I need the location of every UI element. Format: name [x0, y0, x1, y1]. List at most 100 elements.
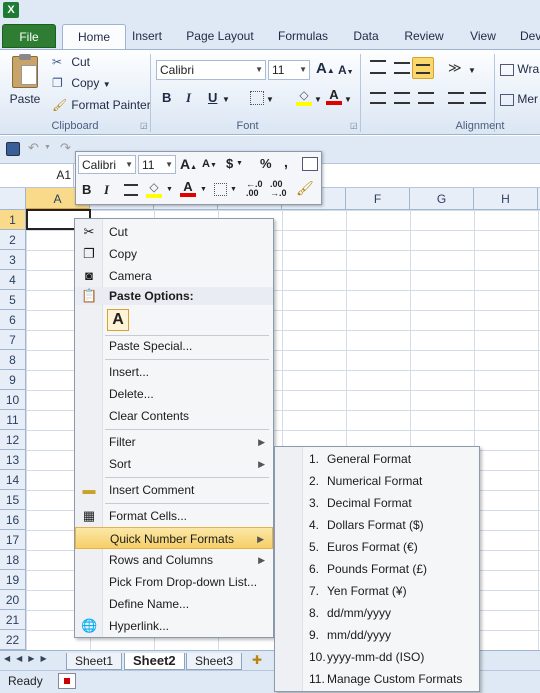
font-color-button[interactable]: A — [326, 88, 342, 106]
row-header[interactable]: 11 — [0, 410, 26, 430]
format-option[interactable]: 4. Dollars Format ($) — [275, 514, 479, 536]
dialog-launcher-icon[interactable]: ◲ — [140, 121, 148, 130]
mini-bold-button[interactable]: B — [82, 182, 91, 197]
format-option[interactable]: 1. General Format — [275, 448, 479, 470]
align-right-icon[interactable] — [418, 92, 434, 104]
row-header[interactable]: 5 — [0, 290, 26, 310]
mini-font-color-button[interactable]: A — [180, 180, 196, 198]
row-header[interactable]: 6 — [0, 310, 26, 330]
tab-file[interactable]: File — [2, 24, 56, 48]
mini-currency-button[interactable]: $ — [226, 156, 233, 171]
decrease-indent-icon[interactable] — [448, 92, 464, 104]
mini-italic-button[interactable]: I — [104, 182, 109, 198]
column-header[interactable]: G — [410, 188, 474, 210]
menu-item-sort[interactable]: Sort ▶ — [75, 453, 273, 475]
row-header[interactable]: 12 — [0, 430, 26, 450]
orientation-icon[interactable]: ≫ — [448, 60, 462, 76]
mini-grow-font-icon[interactable]: A▲ — [180, 156, 197, 172]
mini-font-size-combo[interactable]: 11 ▼ — [138, 155, 176, 174]
italic-button[interactable]: I — [186, 90, 191, 106]
wrap-text-button[interactable]: Wra — [500, 62, 540, 76]
row-header[interactable]: 17 — [0, 530, 26, 550]
grow-font-button[interactable]: A▲ — [316, 60, 335, 77]
chevron-down-icon[interactable]: ▼ — [468, 66, 476, 75]
format-option[interactable]: 6. Pounds Format (£) — [275, 558, 479, 580]
menu-item-format-cells[interactable]: ▦ Format Cells... — [75, 505, 273, 527]
select-all-corner[interactable] — [0, 188, 26, 210]
row-header[interactable]: 4 — [0, 270, 26, 290]
menu-item-rows-columns[interactable]: Rows and Columns ▶ — [75, 549, 273, 571]
menu-item-hyperlink[interactable]: 🌐 Hyperlink... — [75, 615, 273, 637]
bold-button[interactable]: B — [162, 90, 171, 105]
menu-item-delete[interactable]: Delete... — [75, 383, 273, 405]
format-option[interactable]: 5. Euros Format (€) — [275, 536, 479, 558]
merge-center-button[interactable]: Mer — [500, 92, 540, 106]
menu-item-camera[interactable]: ◙ Camera — [75, 265, 273, 287]
menu-item-pick-list[interactable]: Pick From Drop-down List... — [75, 571, 273, 593]
row-header[interactable]: 21 — [0, 610, 26, 630]
font-size-combo[interactable]: 11 ▼ — [268, 60, 310, 80]
undo-icon[interactable]: ↶ — [28, 140, 39, 156]
column-header[interactable]: F — [346, 188, 410, 210]
chevron-down-icon[interactable]: ▼ — [266, 95, 274, 104]
shrink-font-button[interactable]: A▼ — [338, 63, 354, 77]
menu-item-clear-contents[interactable]: Clear Contents — [75, 405, 273, 427]
row-header[interactable]: 8 — [0, 350, 26, 370]
mini-font-name-combo[interactable]: Calibri ▼ — [78, 155, 136, 174]
bottom-align-button[interactable] — [412, 57, 434, 79]
menu-item-insert-comment[interactable]: ▬ Insert Comment — [75, 479, 273, 501]
menu-item-cut[interactable]: ✂ Cut — [75, 221, 273, 243]
format-option[interactable]: 3. Decimal Format — [275, 492, 479, 514]
align-left-icon[interactable] — [370, 92, 386, 104]
row-header[interactable]: 18 — [0, 550, 26, 570]
chevron-down-icon[interactable]: ▼ — [314, 95, 322, 104]
copy-button[interactable]: ❐ Copy ▼ — [52, 74, 111, 92]
fill-color-icon[interactable]: ◇ — [296, 88, 312, 106]
chevron-down-icon[interactable]: ▼ — [44, 144, 51, 151]
column-header[interactable]: H — [474, 188, 538, 210]
underline-button[interactable]: U — [208, 90, 217, 105]
mini-format-table-icon[interactable] — [302, 157, 318, 171]
menu-item-define-name[interactable]: Define Name... — [75, 593, 273, 615]
row-header[interactable]: 2 — [0, 230, 26, 250]
format-option[interactable]: 9. mm/dd/yyyy — [275, 624, 479, 646]
decrease-decimal-button[interactable]: .00 →.0 — [270, 180, 287, 198]
chevron-down-icon[interactable]: ▼ — [166, 186, 173, 193]
row-header[interactable]: 1 — [0, 210, 26, 230]
chevron-down-icon[interactable]: ▼ — [236, 160, 243, 167]
mini-center-icon[interactable] — [124, 184, 138, 196]
mini-fill-color-icon[interactable]: ◇ — [146, 180, 162, 198]
row-header[interactable]: 20 — [0, 590, 26, 610]
tab-developer[interactable]: Dev — [520, 24, 540, 48]
tab-view[interactable]: View — [468, 24, 498, 48]
mini-percent-button[interactable]: % — [260, 156, 272, 171]
paste-keep-text-icon[interactable]: A — [107, 309, 129, 331]
mini-borders-icon[interactable] — [214, 183, 227, 196]
increase-decimal-button[interactable]: ←.0 .00 — [246, 180, 263, 198]
sheet-tab[interactable]: Sheet1 — [66, 653, 123, 670]
insert-sheet-icon[interactable]: ✚ — [252, 653, 262, 667]
format-option[interactable]: 11. Manage Custom Formats — [275, 668, 479, 690]
chevron-down-icon[interactable]: ▼ — [222, 95, 230, 104]
save-icon[interactable] — [6, 142, 20, 156]
mini-shrink-font-icon[interactable]: A▼ — [202, 158, 217, 170]
menu-item-copy[interactable]: ❐ Copy — [75, 243, 273, 265]
row-header[interactable]: 3 — [0, 250, 26, 270]
row-header[interactable]: 16 — [0, 510, 26, 530]
chevron-down-icon[interactable]: ▼ — [344, 95, 352, 104]
format-option[interactable]: 7. Yen Format (¥) — [275, 580, 479, 602]
macro-record-icon[interactable] — [58, 673, 76, 689]
tab-home[interactable]: Home — [62, 24, 126, 50]
cut-button[interactable]: ✂ Cut — [52, 53, 90, 71]
top-align-icon[interactable] — [370, 60, 386, 74]
row-header[interactable]: 14 — [0, 470, 26, 490]
chevron-down-icon[interactable]: ▼ — [230, 186, 237, 193]
row-header[interactable]: 7 — [0, 330, 26, 350]
format-painter-button[interactable]: 🖌 Format Painter — [52, 96, 151, 114]
font-name-combo[interactable]: Calibri ▼ — [156, 60, 266, 80]
tab-data[interactable]: Data — [352, 24, 380, 48]
chevron-down-icon[interactable]: ▼ — [200, 186, 207, 193]
align-center-icon[interactable] — [394, 92, 410, 104]
menu-item-filter[interactable]: Filter ▶ — [75, 431, 273, 453]
row-header[interactable]: 22 — [0, 630, 26, 650]
